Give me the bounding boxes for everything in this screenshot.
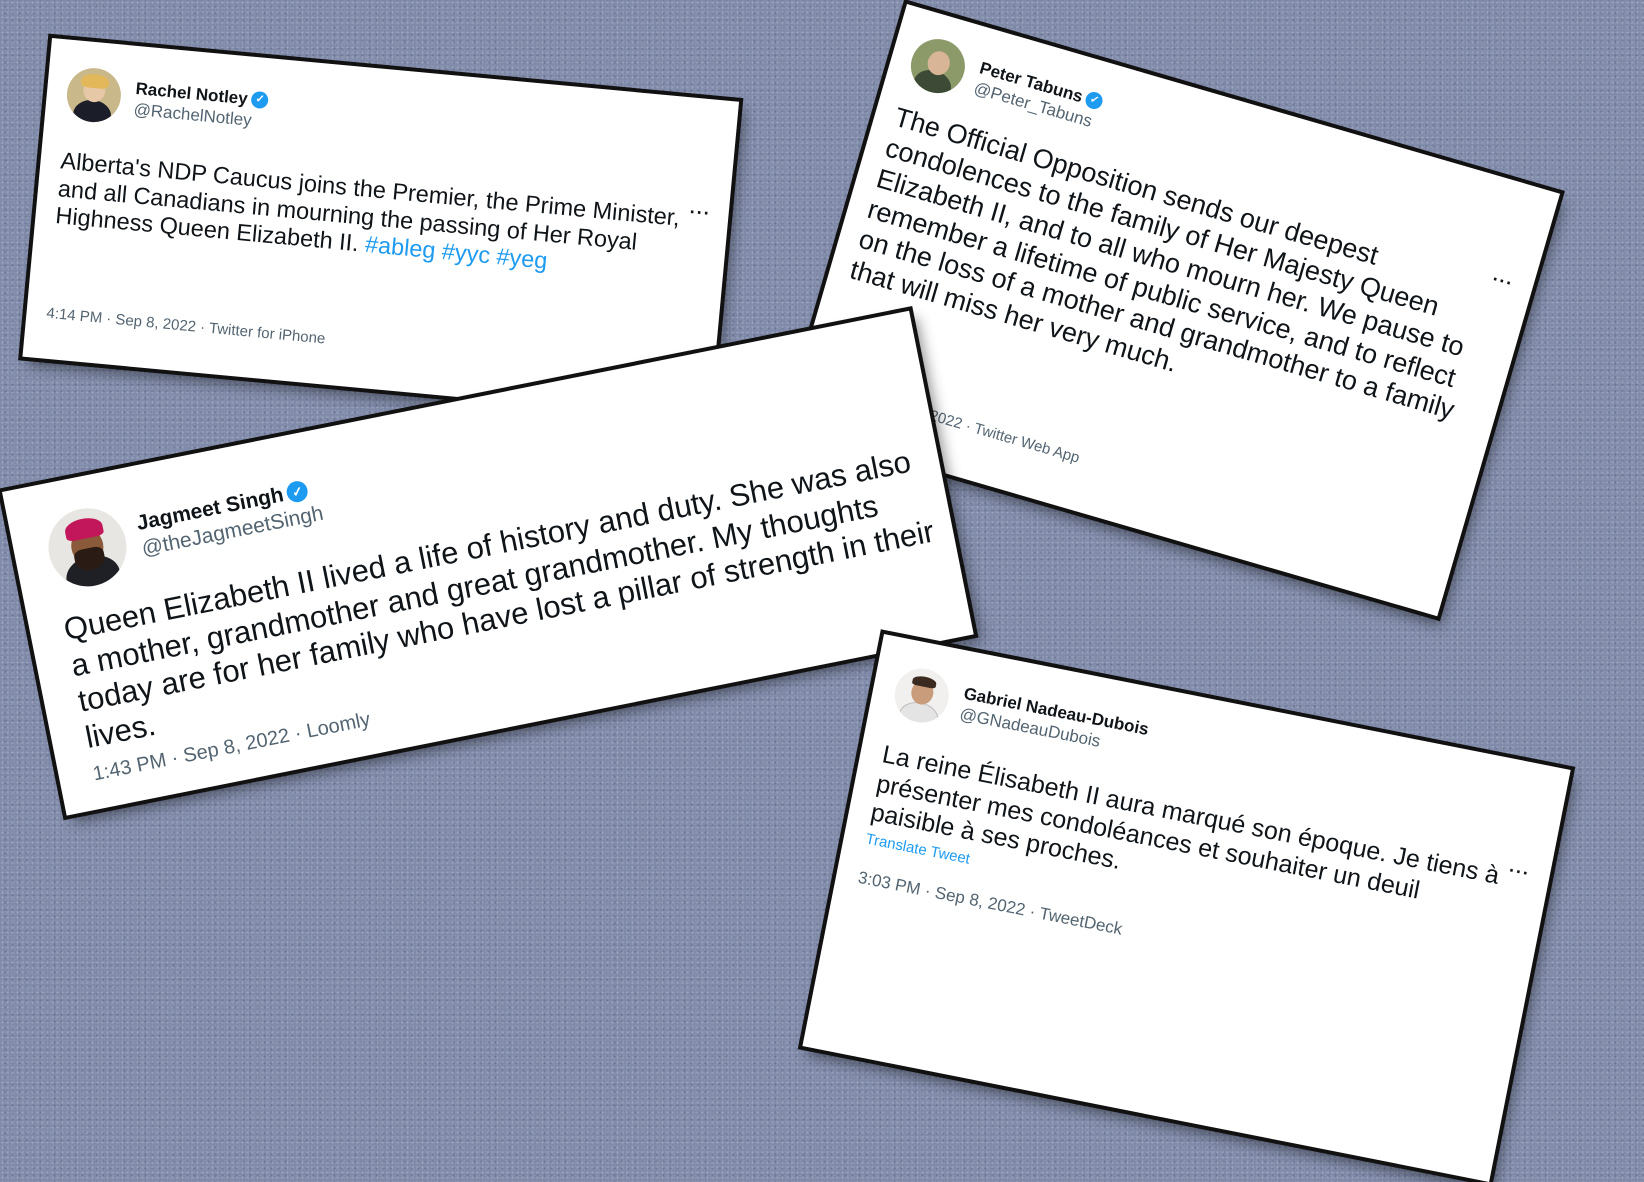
tweet-timestamp[interactable]: 3:03 PM · Sep 8, 2022 · TweetDeck [856,868,1124,940]
verified-badge-icon: ✓ [250,90,270,110]
avatar[interactable] [890,663,954,728]
tweet-header: Rachel Notley ✓ @RachelNotley [64,65,271,138]
avatar[interactable] [904,32,972,100]
hashtag-yeg[interactable]: #yeg [495,243,548,274]
tweet-card-notley[interactable]: Rachel Notley ✓ @RachelNotley ··· Albert… [22,38,740,421]
avatar[interactable] [41,501,134,594]
tweet-text: Alberta's NDP Caucus joins the Premier, … [54,147,682,275]
tweet-card-gnd[interactable]: Gabriel Nadeau-Dubois @GNadeauDubois ···… [802,634,1571,1182]
hashtag-ableg[interactable]: #ableg [364,231,437,263]
verified-badge-icon: ✓ [285,479,310,505]
tweet-text: La reine Élisabeth II aura marqué son ép… [868,740,1502,905]
tweet-text: The Official Opposition sends our deepes… [846,101,1468,426]
avatar[interactable] [64,65,124,125]
verified-badge-icon: ✓ [1083,89,1105,112]
hashtag-yyc[interactable]: #yyc [441,238,492,268]
tweet-timestamp[interactable]: 4:14 PM · Sep 8, 2022 · Twitter for iPho… [46,305,326,348]
